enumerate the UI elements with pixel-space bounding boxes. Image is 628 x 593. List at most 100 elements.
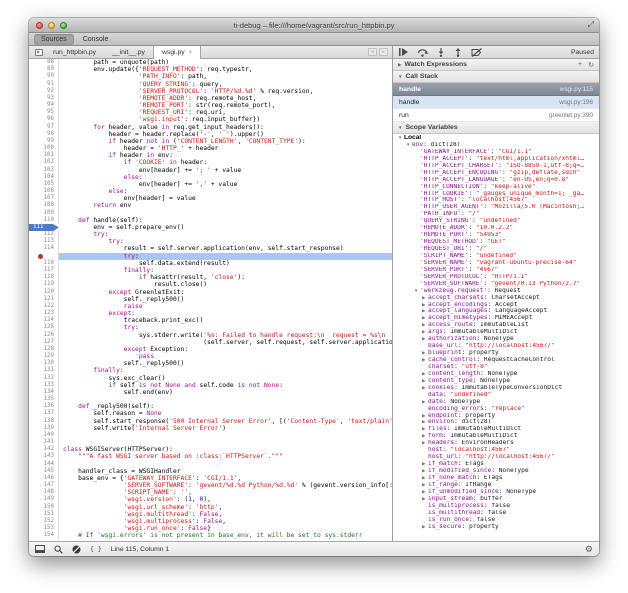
scope-variable-row[interactable]: data: "undefined"	[393, 392, 599, 399]
line-number-gutter[interactable]: 96	[29, 116, 59, 123]
line-number-gutter[interactable]: 130	[29, 360, 59, 367]
scope-variable-row[interactable]: charset: "utf-8"	[393, 364, 599, 371]
line-number-gutter[interactable]: 88	[29, 59, 59, 66]
scope-variable-row[interactable]: ▶accept_languages: LanguageAccept	[393, 308, 599, 315]
deactivate-breakpoints-toggle[interactable]	[72, 545, 81, 554]
line-number-gutter[interactable]: 136	[29, 403, 59, 410]
scope-variable-row[interactable]: 'REMOTE_ADDR': "10.0.2.2"	[393, 225, 599, 232]
line-number-gutter[interactable]: 106	[29, 188, 59, 195]
code-line[interactable]: if hasattr(result, 'close'):	[59, 274, 392, 281]
code-line[interactable]: 'wsgi.url_scheme': 'http',	[59, 504, 392, 511]
line-number-gutter[interactable]: 110	[29, 217, 59, 224]
line-number-gutter[interactable]: 118	[29, 274, 59, 281]
code-line[interactable]: 'wsgi.run_once': False}	[59, 525, 392, 532]
scope-variable-row[interactable]: 'QUERY_STRING': "undefined"	[393, 218, 599, 225]
code-line[interactable]	[59, 432, 392, 439]
scope-variable-row[interactable]: 'SERVER_SOFTWARE': "gevent/0.13 Python/2…	[393, 281, 599, 288]
code-line[interactable]: env.update({'REQUEST_METHOD': req.typest…	[59, 66, 392, 73]
scope-variable-row[interactable]: ▶content_type: NoneType	[393, 378, 599, 385]
scope-variable-row[interactable]: encoding_errors: "replace"	[393, 406, 599, 413]
code-line[interactable]: try:	[59, 238, 392, 245]
line-number-gutter[interactable]: 133	[29, 382, 59, 389]
line-number-gutter[interactable]: 121	[29, 296, 59, 303]
scope-variable-row[interactable]: 'SCRIPT_NAME': "undefined"	[393, 253, 599, 260]
code-line[interactable]: self.data.extend(result)	[59, 260, 392, 267]
scope-variable-row[interactable]: 'REMOTE_PORT': "54953"	[393, 232, 599, 239]
code-line[interactable]: try:	[59, 231, 392, 238]
call-stack-frame[interactable]: handlewsgi.py:196	[393, 96, 599, 109]
scope-variable-row[interactable]: ▶if_match: ETags	[393, 461, 599, 468]
scope-variable-row[interactable]: base_url: "http://localhost:4567/"	[393, 343, 599, 350]
scope-variable-row[interactable]: ▶if_modified_since: NoneType	[393, 468, 599, 475]
code-line[interactable]: else:	[59, 174, 392, 181]
code-line[interactable]: 'wsgi.version': (1, 0),	[59, 496, 392, 503]
line-number-gutter[interactable]: 120	[29, 289, 59, 296]
line-number-gutter[interactable]: 131	[29, 367, 59, 374]
scope-variable-row[interactable]: is_multithread: false	[393, 510, 599, 517]
code-line[interactable]: """A fast WSGI server based on :class:`H…	[59, 453, 392, 460]
code-line[interactable]: finally:	[59, 367, 392, 374]
scope-variable-row[interactable]: 'REQUEST_METHOD': "GET"	[393, 239, 599, 246]
line-number-gutter[interactable]: 141	[29, 439, 59, 446]
code-line[interactable]: except:	[59, 310, 392, 317]
code-line[interactable]: 'wsgi.input': req.input_buffer})	[59, 116, 392, 123]
code-line[interactable]: (self.server, self.request, self.server.…	[59, 339, 392, 346]
line-number-gutter[interactable]: 154	[29, 532, 59, 539]
code-line[interactable]: 'SERVER_SOFTWARE': 'gevent/%d.%d Python/…	[59, 482, 392, 489]
code-line[interactable]: 'REQUEST_URI': req.uri,	[59, 109, 392, 116]
line-number-gutter[interactable]: 109	[29, 210, 59, 217]
line-number-gutter[interactable]: 146	[29, 475, 59, 482]
line-number-gutter[interactable]: 116	[29, 260, 59, 267]
line-number-gutter[interactable]: 145	[29, 468, 59, 475]
code-line[interactable]: if 'COOKIE' in header:	[59, 159, 392, 166]
scope-variable-row[interactable]: host_url: "http://localhost:4567/"	[393, 454, 599, 461]
scope-variable-row[interactable]: ▶blueprint: property	[393, 350, 599, 357]
line-number-gutter[interactable]: 113	[29, 238, 59, 245]
line-number-gutter[interactable]: 103	[29, 167, 59, 174]
line-number-gutter[interactable]: 112	[29, 231, 59, 238]
line-number-gutter[interactable]: 132	[29, 375, 59, 382]
code-line[interactable]: env[header] += ',' + value	[59, 181, 392, 188]
code-line[interactable]	[59, 439, 392, 446]
file-tab-wsgi-py[interactable]: wsgi.py×	[153, 46, 201, 59]
line-number-gutter[interactable]: 101	[29, 152, 59, 159]
scope-variable-row[interactable]: ▶access_route: ImmutableList	[393, 322, 599, 329]
code-line[interactable]: else:	[59, 188, 392, 195]
call-stack-frame[interactable]: rungreenlet.py:390	[393, 109, 599, 122]
line-number-gutter[interactable]: 107	[29, 195, 59, 202]
line-number-gutter[interactable]: 91	[29, 81, 59, 88]
line-number-gutter[interactable]: 138	[29, 418, 59, 425]
code-line[interactable]: header = header.replace('-', '_').upper(…	[59, 131, 392, 138]
line-number-gutter[interactable]: 143	[29, 453, 59, 460]
line-number-gutter[interactable]: 152	[29, 518, 59, 525]
scope-variable-row[interactable]: ▶content_length: NoneType	[393, 371, 599, 378]
pretty-print-button[interactable]: { }	[90, 545, 102, 553]
line-number-gutter[interactable]: 117	[29, 267, 59, 274]
scope-variable-row[interactable]: 'REQUEST_URI': "/"	[393, 246, 599, 253]
code-line[interactable]: 'REMOTE_PORT': str(req.remote_port),	[59, 102, 392, 109]
line-number-gutter[interactable]: 124	[29, 317, 59, 324]
tab-scroll-right-button[interactable]: ▸	[379, 48, 388, 56]
scope-variable-row[interactable]: 'SERVER_NAME': "vagrant-ubuntu-precise-6…	[393, 260, 599, 267]
refresh-watch-icon[interactable]: ↻	[588, 61, 594, 69]
code-line[interactable]: def handle(self):	[59, 217, 392, 224]
code-line[interactable]: 'SCRIPT_NAME': '',	[59, 489, 392, 496]
line-number-gutter[interactable]: 137	[29, 410, 59, 417]
show-navigator-button[interactable]: ▶	[32, 46, 45, 58]
line-number-gutter[interactable]: 111	[29, 224, 59, 231]
scope-variable-row[interactable]: 'HTTP_CONNECTION': "keep-alive"	[393, 184, 599, 191]
line-number-gutter[interactable]: 95	[29, 109, 59, 116]
line-number-gutter[interactable]: 142	[29, 446, 59, 453]
step-into-button[interactable]	[437, 47, 445, 57]
settings-gear-icon[interactable]: ⚙	[585, 544, 593, 554]
file-tab-run-httpbin-py[interactable]: run_httpbin.py	[45, 46, 104, 58]
code-line[interactable]: 'SERVER_PROTOCOL': 'HTTP/%d.%d' % req.ve…	[59, 88, 392, 95]
step-out-button[interactable]	[454, 47, 462, 57]
code-line[interactable]: def _reply500(self):	[59, 403, 392, 410]
line-number-gutter[interactable]: 90	[29, 73, 59, 80]
code-line[interactable]: self._reply500()	[59, 296, 392, 303]
show-console-drawer-button[interactable]	[35, 545, 45, 553]
code-line[interactable]: if header in env:	[59, 152, 392, 159]
code-line[interactable]: self.start_response('500 Internal Server…	[59, 418, 392, 425]
scope-variable-row[interactable]: 'HTTP_USER_AGENT': "Mozilla/5.0 (Macinto…	[393, 204, 599, 211]
